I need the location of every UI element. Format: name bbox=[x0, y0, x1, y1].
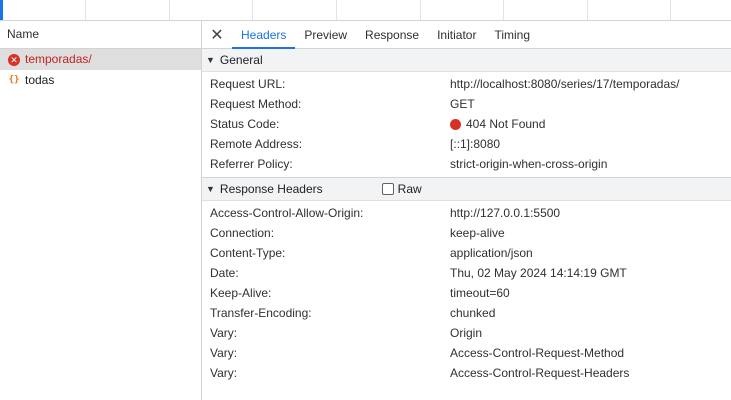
header-key: Vary: bbox=[210, 366, 238, 380]
header-key: Access-Control-Allow-Origin: bbox=[210, 206, 364, 220]
header-key: Remote Address: bbox=[210, 137, 303, 151]
header-key: Keep-Alive: bbox=[210, 286, 272, 300]
response-headers-section-header[interactable]: ▼ Response Headers Raw bbox=[202, 178, 731, 201]
tab-label: Timing bbox=[494, 27, 531, 42]
header-value: 404 Not Found bbox=[466, 117, 546, 131]
header-value: GET bbox=[450, 97, 475, 111]
request-row-temporadas[interactable]: ✕ temporadas/ bbox=[0, 49, 201, 70]
timeline-gridline bbox=[169, 0, 170, 20]
general-section: Request URL: http://localhost:8080/serie… bbox=[202, 72, 731, 178]
header-value: http://127.0.0.1:5500 bbox=[450, 206, 561, 220]
header-key: Status Code: bbox=[210, 117, 280, 131]
tab-label: Headers bbox=[241, 27, 287, 42]
timeline-gridline bbox=[252, 0, 253, 20]
header-value: Access-Control-Request-Method bbox=[450, 346, 625, 360]
response-headers-section: Access-Control-Allow-Origin: http://127.… bbox=[202, 201, 731, 386]
header-row: Remote Address: [::1]:8080 bbox=[202, 134, 731, 154]
timeline-gridline bbox=[670, 0, 671, 20]
header-value: Thu, 02 May 2024 14:14:19 GMT bbox=[450, 266, 627, 280]
request-row-todas[interactable]: {} todas bbox=[0, 70, 201, 91]
header-row: Vary: Access-Control-Request-Headers bbox=[202, 363, 731, 383]
header-row: Referrer Policy: strict-origin-when-cros… bbox=[202, 154, 731, 174]
header-key: Vary: bbox=[210, 326, 238, 340]
header-key: Referrer Policy: bbox=[210, 157, 293, 171]
header-row: Request URL: http://localhost:8080/serie… bbox=[202, 74, 731, 94]
close-icon[interactable]: ✕ bbox=[202, 21, 232, 48]
header-value: timeout=60 bbox=[450, 286, 510, 300]
triangle-down-icon: ▼ bbox=[206, 55, 215, 65]
tab-label: Initiator bbox=[437, 27, 477, 42]
raw-checkbox[interactable] bbox=[381, 183, 394, 195]
header-value: [::1]:8080 bbox=[450, 137, 501, 151]
header-row: Status Code: 404 Not Found bbox=[202, 114, 731, 134]
request-name: todas bbox=[25, 73, 55, 87]
header-row: Connection: keep-alive bbox=[202, 223, 731, 243]
header-row: Access-Control-Allow-Origin: http://127.… bbox=[202, 203, 731, 223]
name-column-header[interactable]: Name bbox=[0, 21, 201, 49]
header-row: Vary: Access-Control-Request-Method bbox=[202, 343, 731, 363]
header-row: Content-Type: application/json bbox=[202, 243, 731, 263]
header-key: Content-Type: bbox=[210, 246, 286, 260]
timeline-gridline bbox=[85, 0, 86, 20]
header-row: Request Method: GET bbox=[202, 94, 731, 114]
tab-response[interactable]: Response bbox=[356, 21, 428, 48]
header-row: Transfer-Encoding: chunked bbox=[202, 303, 731, 323]
header-row: Date: Thu, 02 May 2024 14:14:19 GMT bbox=[202, 263, 731, 283]
status-dot-icon bbox=[450, 118, 461, 130]
json-braces-icon: {} bbox=[8, 75, 20, 85]
name-column-label: Name bbox=[7, 27, 40, 41]
tab-label: Preview bbox=[304, 27, 348, 42]
timeline-gridline bbox=[587, 0, 588, 20]
timeline-gridline bbox=[503, 0, 504, 20]
section-title: Response Headers bbox=[219, 182, 323, 196]
section-title: General bbox=[219, 53, 263, 67]
timeline-marker bbox=[0, 0, 3, 20]
header-value: chunked bbox=[450, 306, 496, 320]
header-value: Origin bbox=[450, 326, 483, 340]
raw-toggle[interactable]: Raw bbox=[381, 178, 422, 200]
header-value: strict-origin-when-cross-origin bbox=[450, 157, 608, 171]
tab-headers[interactable]: Headers bbox=[232, 21, 296, 49]
request-details-pane: ✕ Headers Preview Response Initiator Tim… bbox=[202, 21, 731, 400]
triangle-down-icon: ▼ bbox=[206, 184, 215, 194]
header-key: Request URL: bbox=[210, 77, 286, 91]
header-value: application/json bbox=[450, 246, 533, 260]
header-key: Vary: bbox=[210, 346, 238, 360]
raw-label: Raw bbox=[397, 182, 422, 196]
header-row: Keep-Alive: timeout=60 bbox=[202, 283, 731, 303]
timeline-gridline bbox=[336, 0, 337, 20]
tab-initiator[interactable]: Initiator bbox=[428, 21, 485, 48]
header-key: Date: bbox=[210, 266, 239, 280]
header-key: Connection: bbox=[210, 226, 275, 240]
header-key: Request Method: bbox=[210, 97, 302, 111]
header-row: Vary: Origin bbox=[202, 323, 731, 343]
request-name: temporadas/ bbox=[25, 52, 92, 66]
header-key: Transfer-Encoding: bbox=[210, 306, 312, 320]
details-tab-bar: ✕ Headers Preview Response Initiator Tim… bbox=[202, 21, 731, 49]
network-timeline[interactable] bbox=[0, 0, 731, 21]
timeline-gridline bbox=[420, 0, 421, 20]
error-circle-icon: ✕ bbox=[8, 53, 20, 66]
tab-label: Response bbox=[365, 27, 420, 42]
request-list-pane: Name ✕ temporadas/ {} todas bbox=[0, 21, 202, 400]
header-value: Access-Control-Request-Headers bbox=[450, 366, 630, 380]
tab-timing[interactable]: Timing bbox=[485, 21, 539, 48]
general-section-header[interactable]: ▼ General bbox=[202, 49, 731, 72]
status-value: 404 Not Found bbox=[450, 114, 545, 134]
header-value: http://localhost:8080/series/17/temporad… bbox=[450, 77, 680, 91]
tab-preview[interactable]: Preview bbox=[295, 21, 356, 48]
header-value: keep-alive bbox=[450, 226, 505, 240]
